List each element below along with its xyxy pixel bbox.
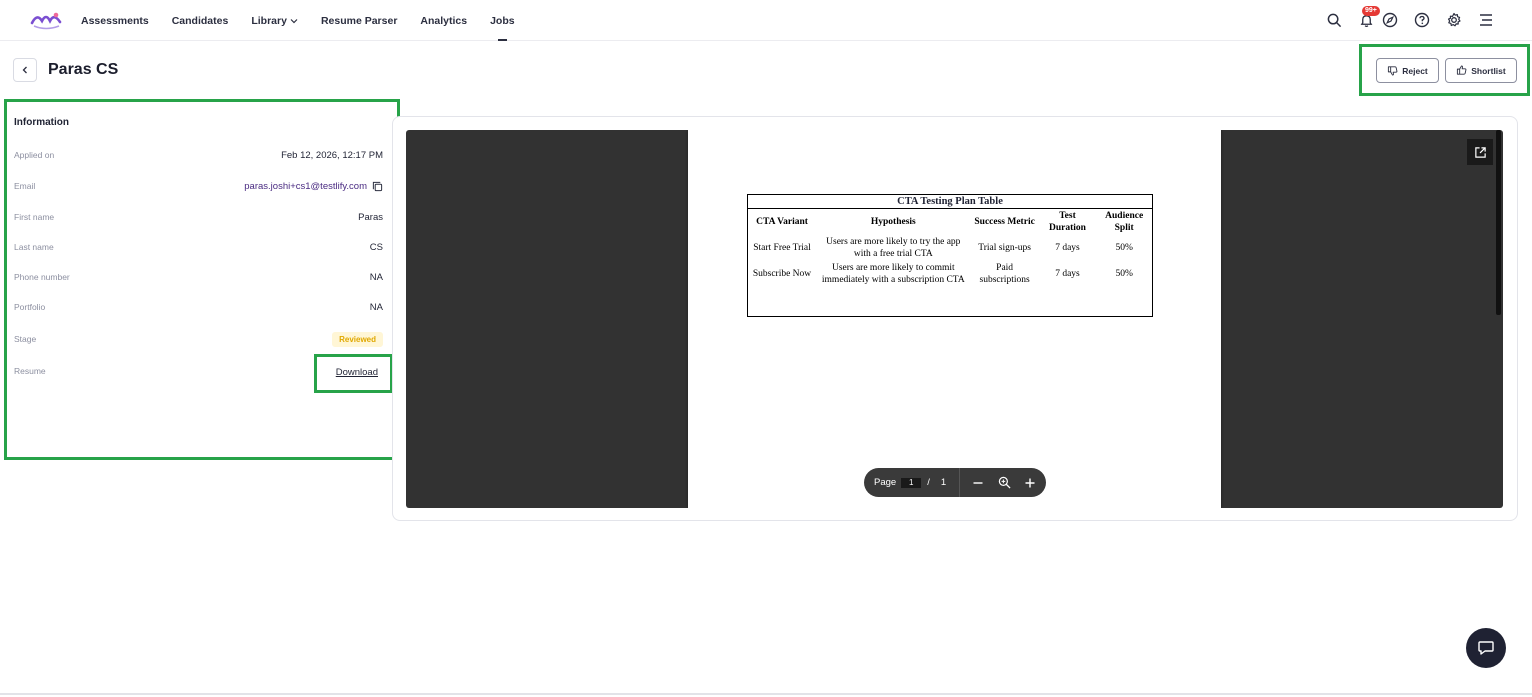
menu-icon[interactable]: [1476, 10, 1496, 30]
chevron-down-icon: [290, 18, 298, 23]
notification-badge: 99+: [1362, 6, 1380, 16]
cta-table: CTA Variant Hypothesis Success Metric Te…: [748, 209, 1152, 287]
nav-item-jobs[interactable]: Jobs: [490, 0, 515, 41]
portfolio-value: NA: [369, 301, 383, 313]
zoom-out-icon[interactable]: [970, 475, 986, 491]
phone-value: NA: [369, 271, 383, 283]
shortlist-button[interactable]: Shortlist: [1445, 58, 1517, 83]
thumbs-down-icon: [1388, 66, 1398, 76]
pdf-viewer[interactable]: CTA Testing Plan Table CTA Variant Hypot…: [406, 130, 1503, 508]
chevron-left-icon: [22, 66, 27, 74]
page-controls: Page 1 / 1: [864, 468, 1046, 497]
bottom-divider: [0, 693, 1532, 695]
zoom-icon[interactable]: [996, 475, 1012, 491]
nav-item-assessments[interactable]: Assessments: [81, 0, 149, 41]
nav-menu: Assessments Candidates Library Resume Pa…: [81, 0, 538, 41]
viewer-scrollbar[interactable]: [1496, 130, 1501, 315]
reject-button[interactable]: Reject: [1376, 58, 1439, 83]
pdf-table-title: CTA Testing Plan Table: [748, 195, 1152, 209]
thumbs-up-icon: [1457, 65, 1467, 75]
information-panel: Information Applied on Feb 12, 2026, 12:…: [4, 99, 400, 460]
bell-icon[interactable]: 99+: [1356, 6, 1380, 30]
pdf-page: CTA Testing Plan Table CTA Variant Hypot…: [688, 130, 1221, 508]
last-name-value: CS: [369, 241, 383, 253]
resume-download-link[interactable]: Download: [336, 367, 378, 378]
info-row-applied-on: Applied on Feb 12, 2026, 12:17 PM: [14, 149, 383, 161]
compass-icon[interactable]: [1380, 10, 1400, 30]
info-row-email: Email paras.joshi+cs1@testlify.com: [14, 176, 383, 196]
information-heading: Information: [14, 117, 69, 128]
info-row-last-name: Last name CS: [14, 241, 383, 253]
gear-icon[interactable]: [1444, 10, 1464, 30]
nav-item-analytics[interactable]: Analytics: [420, 0, 467, 41]
applied-on-value: Feb 12, 2026, 12:17 PM: [281, 149, 383, 161]
nav-item-resume-parser[interactable]: Resume Parser: [321, 0, 397, 41]
chat-bubble-icon: [1478, 641, 1494, 655]
page-title: Paras CS: [48, 61, 119, 78]
table-row: Start Free Trial Users are more likely t…: [753, 237, 1133, 259]
page-number-input[interactable]: 1: [901, 477, 922, 488]
pdf-table: CTA Testing Plan Table CTA Variant Hypot…: [747, 194, 1153, 317]
copy-icon[interactable]: [372, 181, 383, 192]
info-row-first-name: First name Paras: [14, 211, 383, 223]
email-value: paras.joshi+cs1@testlify.com: [244, 180, 367, 192]
nav-icons: 99+: [1312, 6, 1496, 30]
nav-item-candidates[interactable]: Candidates: [172, 0, 229, 41]
table-row: Subscribe Now Users are more likely to c…: [752, 263, 1133, 285]
first-name-value: Paras: [358, 211, 383, 223]
nav-item-library[interactable]: Library: [251, 0, 298, 41]
download-highlight: Download: [314, 354, 393, 393]
search-icon[interactable]: [1324, 10, 1344, 30]
help-circle-icon[interactable]: [1412, 10, 1432, 30]
back-button[interactable]: [13, 58, 37, 82]
info-row-portfolio: Portfolio NA: [14, 301, 383, 313]
top-nav: Assessments Candidates Library Resume Pa…: [0, 0, 1532, 41]
status-badge: Reviewed: [332, 331, 383, 347]
zoom-in-icon[interactable]: [1022, 475, 1038, 491]
logo[interactable]: [29, 9, 63, 31]
info-row-phone: Phone number NA: [14, 271, 383, 283]
open-external-icon[interactable]: [1467, 139, 1493, 165]
chat-support-button[interactable]: [1466, 628, 1506, 668]
info-row-stage: Stage Reviewed: [14, 329, 383, 349]
